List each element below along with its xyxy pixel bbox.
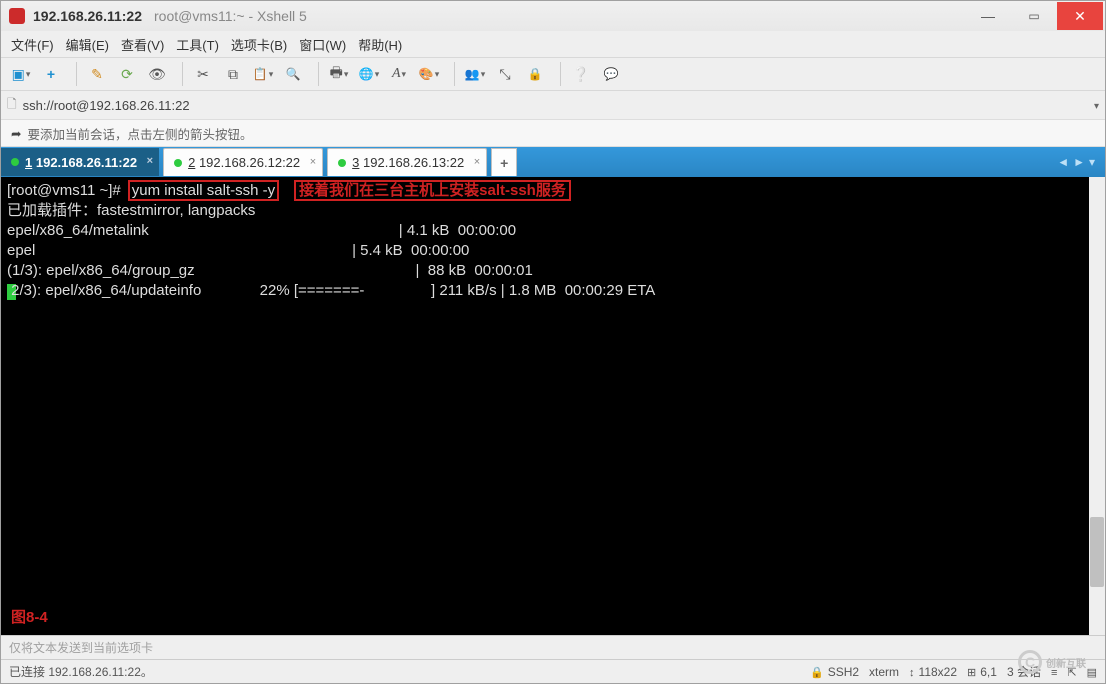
status-dot-icon — [174, 159, 182, 167]
encoding-button[interactable] — [355, 60, 383, 88]
terminal-scrollbar[interactable] — [1089, 177, 1105, 635]
terminal-line: epel | 5.4 kB 00:00:00 — [7, 242, 490, 259]
color-button[interactable] — [415, 60, 443, 88]
send-placeholder: 仅将文本发送到当前选项卡 — [9, 641, 153, 655]
reconnect-button[interactable] — [113, 60, 141, 88]
copy-button[interactable] — [219, 60, 247, 88]
menu-tools[interactable]: 工具(T) — [176, 35, 219, 54]
tab-close-icon[interactable] — [147, 155, 153, 167]
menu-edit[interactable]: 编辑(E) — [66, 35, 109, 54]
terminal-line: epel/x86_64/metalink | 4.1 kB 00:00:00 — [7, 222, 537, 239]
send-text-bar[interactable]: 仅将文本发送到当前选项卡 — [1, 635, 1105, 659]
status-connection: 已连接 192.168.26.11:22。 — [9, 663, 153, 680]
tab-list-icon[interactable]: ▾ — [1089, 155, 1095, 169]
ssh-lock-icon — [810, 665, 824, 679]
figure-label: 图8-4 — [11, 608, 48, 627]
tab-label: 192.168.26.12:22 — [199, 155, 300, 170]
edit-button[interactable] — [83, 60, 111, 88]
annotation-text: 接着我们在三台主机上安装salt-ssh服务 — [296, 182, 569, 199]
maximize-button[interactable] — [1011, 2, 1057, 30]
print-button[interactable] — [325, 60, 353, 88]
toolbar — [1, 57, 1105, 91]
minimize-button[interactable] — [965, 2, 1011, 30]
lock-button[interactable] — [521, 60, 549, 88]
menu-file[interactable]: 文件(F) — [11, 35, 54, 54]
address-bar — [1, 91, 1105, 119]
status-sessions: 3 会话 — [1007, 663, 1041, 680]
find-button[interactable] — [279, 60, 307, 88]
cascade-icon[interactable] — [1067, 665, 1076, 679]
hint-arrow-icon[interactable] — [11, 126, 21, 141]
hint-text: 要添加当前会话，点击左侧的箭头按钮。 — [27, 124, 252, 143]
title-ip: 192.168.26.11:22 — [33, 8, 142, 24]
session-tab-1[interactable]: 1 192.168.26.11:22 — [1, 148, 159, 176]
sessions-button[interactable] — [461, 60, 489, 88]
terminal-line: 2/3): epel/x86_64/updateinfo 22% [======… — [7, 282, 659, 299]
new-session-button[interactable] — [7, 60, 35, 88]
status-termtype: xterm — [869, 665, 899, 679]
shell-prompt: [root@vms11 ~]# — [7, 182, 121, 199]
tab-close-icon[interactable] — [474, 156, 480, 168]
app-icon — [9, 8, 25, 24]
hint-bar: 要添加当前会话，点击左侧的箭头按钮。 — [1, 119, 1105, 147]
fullscreen-button[interactable] — [491, 60, 519, 88]
pos-icon — [967, 665, 976, 679]
app-window: 192.168.26.11:22 root@vms11:~ - Xshell 5… — [0, 0, 1106, 684]
tab-accel: 3 — [352, 155, 359, 170]
close-button[interactable] — [1057, 2, 1103, 30]
tab-next-icon[interactable]: ► — [1073, 155, 1085, 169]
menu-window[interactable]: 窗口(W) — [299, 35, 346, 54]
command-input: yum install salt-ssh -y — [130, 182, 277, 199]
status-bar: 已连接 192.168.26.11:22。 SSH2 xterm 118x22 … — [1, 659, 1105, 683]
layout-list-icon[interactable] — [1051, 665, 1057, 679]
tile-icon[interactable] — [1087, 665, 1097, 679]
paste-button[interactable] — [249, 60, 277, 88]
font-button[interactable] — [385, 60, 413, 88]
session-tab-2[interactable]: 2 192.168.26.12:22 — [163, 148, 323, 176]
menu-bar: 文件(F) 编辑(E) 查看(V) 工具(T) 选项卡(B) 窗口(W) 帮助(… — [1, 31, 1105, 57]
protocol-icon — [7, 95, 17, 116]
menu-view[interactable]: 查看(V) — [121, 35, 164, 54]
tab-accel: 1 — [25, 155, 32, 170]
tab-prev-icon[interactable]: ◄ — [1057, 155, 1069, 169]
new-tab-button[interactable] — [491, 148, 517, 176]
address-input[interactable] — [23, 98, 1088, 113]
address-dropdown[interactable] — [1094, 96, 1099, 114]
tab-bar: 1 192.168.26.11:22 2 192.168.26.12:22 3 … — [1, 147, 1105, 177]
tab-label: 192.168.26.13:22 — [363, 155, 464, 170]
status-dot-icon — [11, 158, 19, 166]
view-button[interactable] — [143, 60, 171, 88]
status-dot-icon — [338, 159, 346, 167]
tab-accel: 2 — [188, 155, 195, 170]
terminal-pane[interactable]: [root@vms11 ~]# yum install salt-ssh -y … — [1, 177, 1105, 635]
session-tab-3[interactable]: 3 192.168.26.13:22 — [327, 148, 487, 176]
feedback-button[interactable] — [597, 60, 625, 88]
terminal-line: (1/3): epel/x86_64/group_gz | 88 kB 00:0… — [7, 262, 554, 279]
scrollbar-thumb[interactable] — [1090, 517, 1104, 587]
tab-close-icon[interactable] — [310, 156, 316, 168]
help-button[interactable] — [567, 60, 595, 88]
add-button[interactable] — [37, 60, 65, 88]
title-session: root@vms11:~ - Xshell 5 — [154, 8, 307, 24]
status-protocol: SSH2 — [828, 665, 859, 679]
title-bar: 192.168.26.11:22 root@vms11:~ - Xshell 5 — [1, 1, 1105, 31]
tab-label: 192.168.26.11:22 — [36, 155, 137, 170]
size-icon — [909, 665, 915, 679]
status-position: 6,1 — [980, 665, 997, 679]
terminal-line: 已加载插件：fastestmirror, langpacks — [7, 202, 255, 219]
menu-help[interactable]: 帮助(H) — [358, 35, 402, 54]
cut-button[interactable] — [189, 60, 217, 88]
status-size: 118x22 — [919, 665, 957, 679]
menu-tabs[interactable]: 选项卡(B) — [231, 35, 287, 54]
